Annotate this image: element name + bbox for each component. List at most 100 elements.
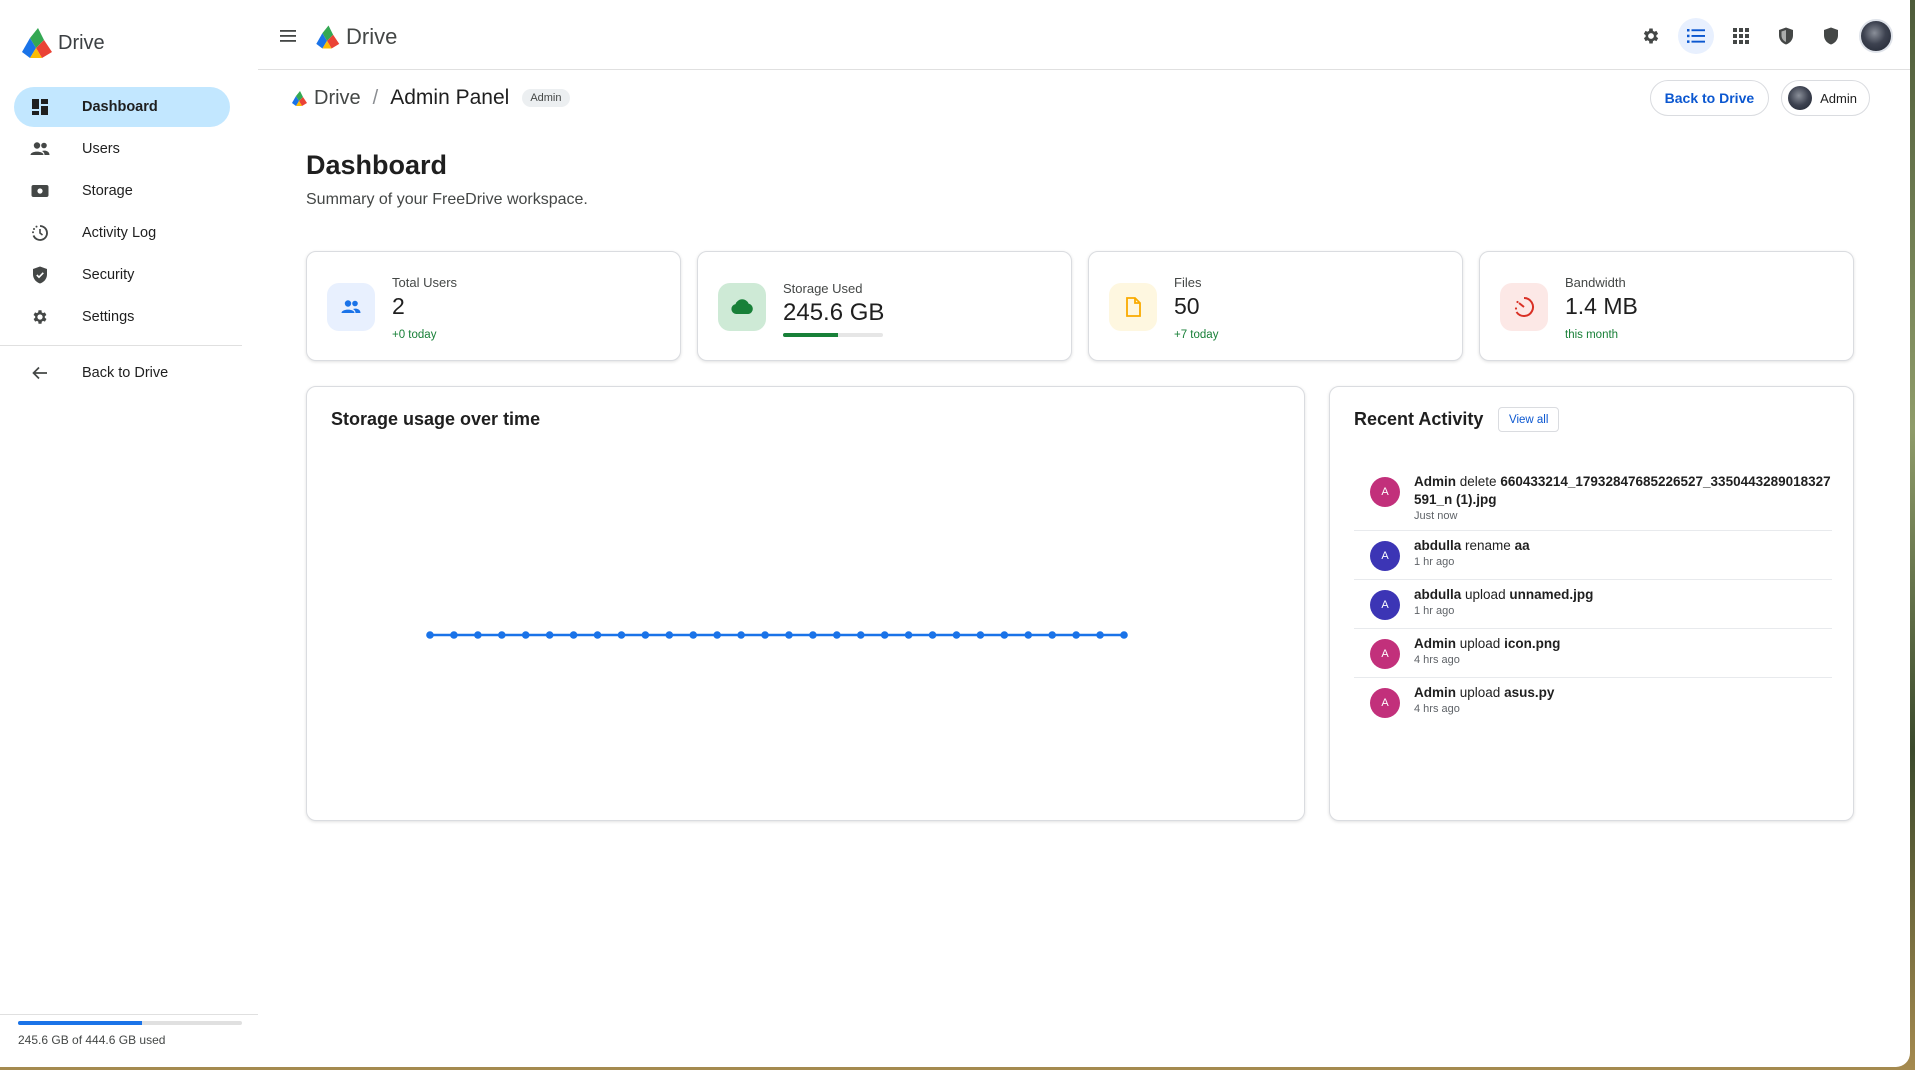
apps-grid-button[interactable] xyxy=(1723,18,1759,54)
chart-point[interactable] xyxy=(617,631,626,639)
sidebar-item-settings[interactable]: Settings xyxy=(14,297,230,337)
chart-point[interactable] xyxy=(450,631,458,639)
activity-target: icon.png xyxy=(1504,636,1561,651)
security-shield-icon xyxy=(1824,27,1838,45)
chart-point[interactable] xyxy=(976,631,985,639)
chart-point[interactable] xyxy=(665,631,674,639)
activity-item[interactable]: A abdulla upload unnamed.jpg 1 hr ago xyxy=(1354,580,1832,629)
page-actions: Back to Drive Admin xyxy=(1649,80,1870,116)
stat-card-storage-used: Storage Used 245.6 GB xyxy=(697,251,1072,361)
activity-avatar: A xyxy=(1370,477,1400,507)
activity-text: Admin delete 660433214_17932847685226527… xyxy=(1414,473,1832,509)
back-to-drive-button[interactable]: Back to Drive xyxy=(1649,80,1770,116)
stat-card-bandwidth: Bandwidth 1.4 MB this month xyxy=(1479,251,1854,361)
user-menu-label: Admin xyxy=(1820,90,1857,106)
sidebar-item-dashboard[interactable]: Dashboard xyxy=(14,87,230,127)
admin-panel-button[interactable] xyxy=(1768,18,1804,54)
stat-label: Total Users xyxy=(392,275,458,290)
chart-point[interactable] xyxy=(737,631,745,639)
chart-point[interactable] xyxy=(593,631,602,639)
activity-avatar: A xyxy=(1370,590,1400,620)
chart-point[interactable] xyxy=(521,631,530,639)
chart-point[interactable] xyxy=(641,631,650,639)
chart-point[interactable] xyxy=(952,631,961,639)
chart-point[interactable] xyxy=(713,631,721,639)
quota-text: 245.6 GB of 444.6 GB used xyxy=(18,1033,166,1047)
sidebar-item-storage[interactable]: Storage xyxy=(14,171,230,211)
security-button[interactable] xyxy=(1813,18,1849,54)
activity-item[interactable]: A Admin upload icon.png 4 hrs ago xyxy=(1354,629,1832,678)
shield-icon xyxy=(30,265,50,285)
stat-value: 2 xyxy=(392,293,405,319)
file-icon xyxy=(1109,283,1157,331)
activity-action: upload xyxy=(1459,685,1501,700)
view-all-button[interactable]: View all xyxy=(1498,407,1560,432)
activity-avatar: A xyxy=(1370,688,1400,718)
chart-point[interactable] xyxy=(545,631,554,639)
chart-point[interactable] xyxy=(809,631,817,639)
chart-point[interactable] xyxy=(1072,631,1080,639)
activity-text: Admin upload icon.png xyxy=(1414,635,1560,653)
activity-user: Admin xyxy=(1414,636,1456,651)
header-app-name: Drive xyxy=(346,24,398,49)
hamburger-icon xyxy=(280,30,296,42)
sidebar-item-label: Users xyxy=(82,141,120,157)
chart-point[interactable] xyxy=(761,631,769,639)
sidebar-item-back[interactable]: Back to Drive xyxy=(14,353,230,393)
activity-item[interactable]: A abdulla rename aa 1 hr ago xyxy=(1354,531,1832,580)
list-view-button[interactable] xyxy=(1678,18,1714,54)
chart-point[interactable] xyxy=(928,631,937,639)
settings-button[interactable] xyxy=(1633,18,1669,54)
recent-activity-card: Recent Activity View all A Admin delete … xyxy=(1329,386,1854,821)
dashboard-icon xyxy=(30,97,50,117)
storage-progress-fill xyxy=(783,333,838,337)
chart-point[interactable] xyxy=(1096,631,1104,639)
activity-action: delete xyxy=(1459,474,1497,489)
sidebar-logo[interactable]: Drive xyxy=(18,26,105,60)
stat-label: Files xyxy=(1174,275,1202,290)
chart-point[interactable] xyxy=(689,631,698,639)
activity-action: upload xyxy=(1459,636,1501,651)
sidebar-item-label: Activity Log xyxy=(82,225,157,241)
chart-point[interactable] xyxy=(497,631,506,639)
chart-point[interactable] xyxy=(904,631,913,639)
sidebar-item-activity-log[interactable]: Activity Log xyxy=(14,213,230,253)
gear-icon xyxy=(30,307,50,327)
chart-point[interactable] xyxy=(569,631,578,639)
chart-point[interactable] xyxy=(1048,631,1057,639)
activity-title: Recent Activity xyxy=(1354,409,1484,429)
breadcrumb: Drive / Admin Panel Admin xyxy=(290,86,570,110)
chart-point[interactable] xyxy=(833,631,841,639)
activity-time: 4 hrs ago xyxy=(1414,654,1460,666)
chart-point[interactable] xyxy=(1024,631,1033,639)
account-button[interactable] xyxy=(1858,18,1894,54)
header-logo[interactable]: Drive xyxy=(313,24,397,50)
activity-avatar: A xyxy=(1370,639,1400,669)
activity-target: asus.py xyxy=(1504,685,1555,700)
sidebar-item-security[interactable]: Security xyxy=(14,255,230,295)
stat-label: Storage Used xyxy=(783,281,863,296)
breadcrumb-root-link[interactable]: Drive xyxy=(314,87,361,110)
chart-point[interactable] xyxy=(785,631,793,639)
chart-point[interactable] xyxy=(474,631,482,639)
chart-point[interactable] xyxy=(880,631,889,639)
chart-point[interactable] xyxy=(1000,631,1009,639)
sidebar-nav: Dashboard Users Storage Activity Log Sec… xyxy=(14,87,230,339)
activity-time: 1 hr ago xyxy=(1414,556,1455,568)
chart-point[interactable] xyxy=(856,631,865,639)
activity-item[interactable]: A Admin upload asus.py 4 hrs ago xyxy=(1354,678,1832,726)
activity-list: A Admin delete 660433214_179328476852265… xyxy=(1354,467,1832,726)
breadcrumb-separator: / xyxy=(372,86,379,109)
activity-target: unnamed.jpg xyxy=(1509,587,1594,602)
chart-point[interactable] xyxy=(426,631,434,639)
sidebar-item-users[interactable]: Users xyxy=(14,129,230,169)
activity-target: aa xyxy=(1514,538,1530,553)
quota-bar xyxy=(18,1021,242,1025)
chart-point[interactable] xyxy=(1120,631,1128,639)
activity-item[interactable]: A Admin delete 660433214_179328476852265… xyxy=(1354,467,1832,531)
user-menu-button[interactable]: Admin xyxy=(1781,80,1870,116)
activity-action: rename xyxy=(1465,538,1511,553)
main-menu-button[interactable] xyxy=(275,23,301,49)
sidebar-back-to-drive[interactable]: Back to Drive xyxy=(14,353,230,395)
cloud-icon xyxy=(718,283,766,331)
